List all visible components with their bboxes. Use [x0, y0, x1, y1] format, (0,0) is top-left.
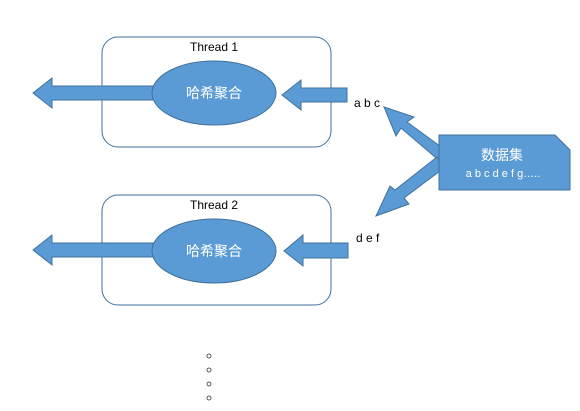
continuation-dot: [206, 353, 212, 359]
thread-2-group: Thread 2 哈希聚合 d e f: [32, 194, 380, 306]
thread-1-node-label: 哈希聚合: [186, 85, 242, 101]
thread-2-input-label: d e f: [356, 231, 380, 245]
continuation-dot: [206, 381, 212, 387]
continuation-dot: [206, 395, 212, 401]
continuation-dots: [206, 353, 212, 401]
thread-1-input-label: a b c: [354, 96, 380, 110]
continuation-dot: [206, 367, 212, 373]
thread-2-node-label: 哈希聚合: [186, 243, 242, 259]
parallel-hash-aggregation-diagram: Thread 1 哈希聚合 a b c Thread 2 哈希聚合 d e f …: [32, 36, 571, 401]
thread-1-title: Thread 1: [190, 40, 238, 54]
dataset-content: a b c d e f g…..: [466, 168, 541, 180]
split-arrow-to-thread-2: [375, 156, 445, 217]
split-arrow-to-thread-1: [383, 106, 449, 164]
thread-1-group: Thread 1 哈希聚合 a b c: [32, 36, 380, 148]
thread-2-title: Thread 2: [190, 198, 238, 212]
dataset-title: 数据集: [481, 147, 523, 163]
dataset-group: 数据集 a b c d e f g…..: [438, 134, 571, 191]
